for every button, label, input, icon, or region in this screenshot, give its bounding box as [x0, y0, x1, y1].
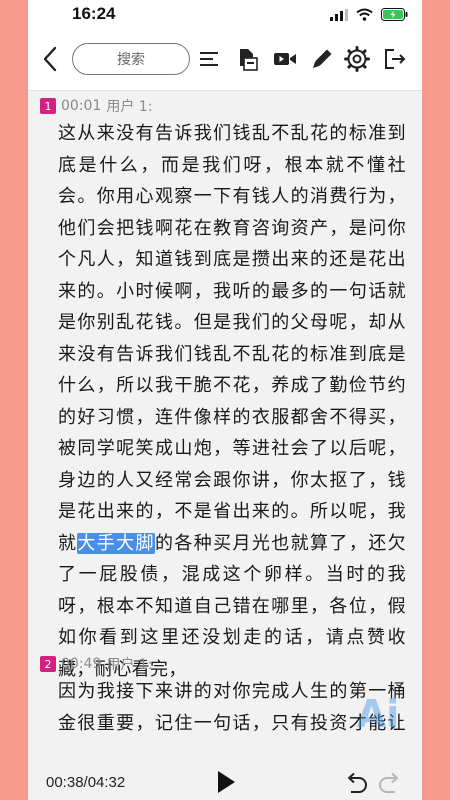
- segment-index-badge: 2: [40, 656, 56, 672]
- segment-timestamp[interactable]: 00:49: [61, 656, 101, 672]
- edit-pencil-icon[interactable]: [309, 46, 335, 72]
- segment-speaker: 用户 1:: [106, 99, 153, 115]
- export-document-icon[interactable]: [234, 46, 260, 72]
- redo-icon[interactable]: [376, 770, 404, 796]
- video-icon[interactable]: [272, 46, 298, 72]
- exit-icon[interactable]: [382, 46, 408, 72]
- status-time: 16:24: [72, 4, 116, 23]
- text-align-icon[interactable]: [196, 46, 222, 72]
- play-icon[interactable]: [213, 768, 239, 796]
- back-icon[interactable]: [38, 46, 64, 72]
- battery-icon: [381, 6, 408, 25]
- search-placeholder: 搜索: [117, 52, 145, 68]
- toolbar: 搜索: [28, 30, 422, 91]
- phone-screen: 16:24 搜索 1 00:01 用户 1: 这从来没有告诉我们钱乱不乱花的标准…: [28, 0, 422, 800]
- signal-icon: [330, 6, 348, 25]
- segment-index-badge: 1: [40, 98, 56, 114]
- transcript-list[interactable]: 1 00:01 用户 1: 这从来没有告诉我们钱乱不乱花的标准到底是什么，而是我…: [28, 90, 422, 740]
- segment-header: 2 00:49 用户 1:: [40, 654, 152, 674]
- segment-speaker: 用户 1:: [106, 657, 153, 673]
- status-icons: [330, 6, 408, 25]
- audio-player-bar: 00:38/04:32: [28, 740, 422, 800]
- status-bar: 16:24: [28, 0, 422, 30]
- ai-watermark: Ai: [356, 692, 400, 736]
- segment-text[interactable]: 这从来没有告诉我们钱乱不乱花的标准到底是什么，而是我们呀，根本就不懂社会。你用心…: [58, 118, 406, 685]
- search-input[interactable]: 搜索: [72, 43, 190, 75]
- wifi-icon: [356, 6, 373, 25]
- highlighted-word[interactable]: 大手大脚: [77, 532, 155, 554]
- settings-gear-icon[interactable]: [344, 46, 370, 72]
- segment-text-before: 这从来没有告诉我们钱乱不乱花的标准到底是什么，而是我们呀，根本就不懂社会。你用心…: [58, 123, 406, 554]
- undo-icon[interactable]: [342, 770, 370, 796]
- segment-header: 1 00:01 用户 1:: [40, 96, 152, 116]
- playback-time: 00:38/04:32: [46, 774, 126, 791]
- segment-timestamp[interactable]: 00:01: [61, 98, 101, 114]
